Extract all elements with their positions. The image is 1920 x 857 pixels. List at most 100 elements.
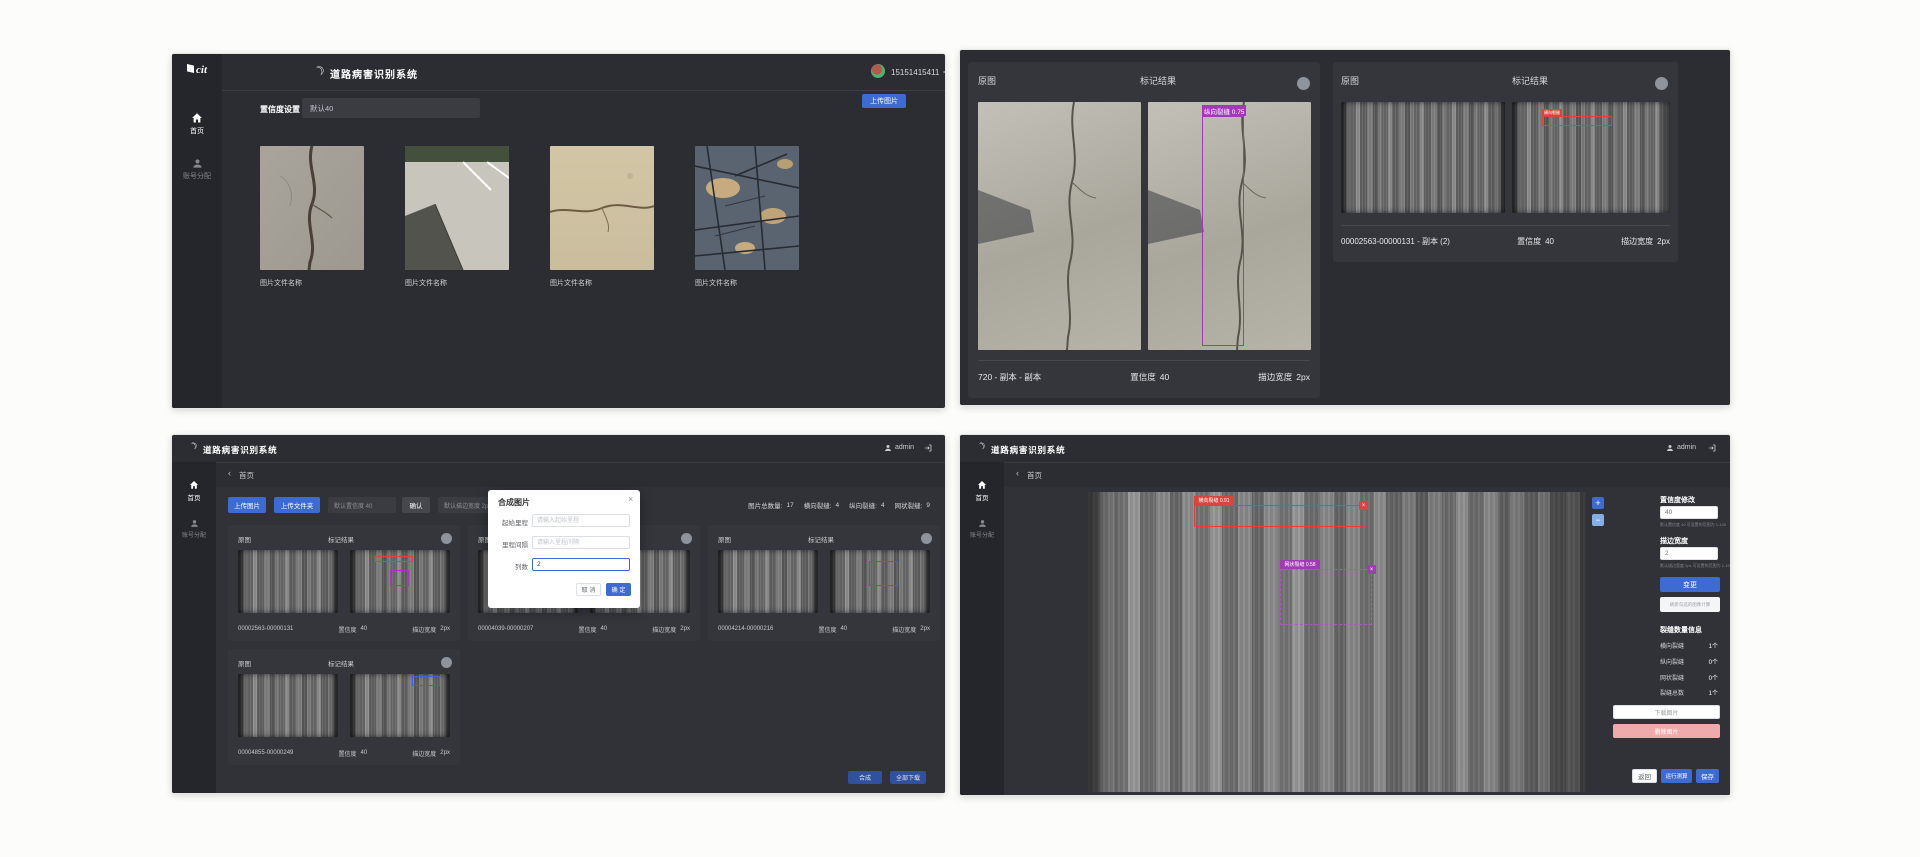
upload-image-button[interactable]: 上传图片 (862, 94, 906, 108)
card-meta-row: 00002563-00000131 置信度40 描边宽度2px (238, 623, 450, 635)
confirm-button[interactable]: 确认 (402, 497, 430, 513)
select-radio[interactable] (1655, 77, 1668, 90)
delete-bbox-icon[interactable]: × (1359, 501, 1368, 510)
person-icon (978, 519, 987, 528)
road-photo-concrete[interactable] (550, 146, 654, 270)
sidebar-item-account[interactable]: 账号分配 (172, 519, 216, 539)
breadcrumb[interactable]: 首页 (1027, 470, 1042, 481)
photo-graphic (978, 102, 1141, 350)
select-radio[interactable] (1297, 77, 1310, 90)
bbox-transverse-crack[interactable] (375, 556, 413, 562)
image-id: 00004855-00000249 (238, 750, 293, 756)
road-photo-crack[interactable] (260, 146, 364, 270)
original-image[interactable] (238, 674, 338, 737)
count-row-mesh: 网状裂缝0个 (1660, 673, 1718, 682)
recalculate-button[interactable]: 刷新勾选的图像计算 (1660, 597, 1720, 612)
road-photo-patch[interactable] (405, 146, 509, 270)
sidebar-item-account[interactable]: 账号分配 (172, 158, 222, 181)
delete-bbox-icon[interactable]: × (1367, 565, 1376, 574)
modal-ok-button[interactable]: 确 定 (606, 583, 631, 596)
field-label-start-mileage: 起始里程 (492, 517, 528, 527)
mileage-interval-input[interactable] (532, 536, 630, 549)
marked-image[interactable] (830, 550, 930, 613)
marked-image[interactable]: 纵向裂缝 0.75 (1148, 102, 1311, 350)
sidebar-item-home[interactable]: 首页 (172, 112, 222, 136)
home-icon (189, 480, 199, 490)
sidebar-item-home[interactable]: 首页 (172, 480, 216, 502)
apply-change-button[interactable]: 变更 (1660, 577, 1720, 592)
marked-image[interactable] (350, 674, 450, 737)
confidence-input[interactable] (302, 98, 480, 118)
bbox-mesh-crack[interactable] (869, 561, 898, 586)
photo-caption: 图片文件名称 (260, 278, 302, 288)
list-card: 原图 标记结果 00004214-00000216 置信度40 描边宽度2px (708, 525, 940, 641)
bbox-mesh-crack[interactable] (390, 570, 409, 586)
confidence-label: 置信度 (1130, 371, 1156, 383)
stats-row: 图片总数量:17 横向裂缝:4 纵向裂缝:4 网状裂缝:9 (672, 500, 930, 510)
upload-image-button[interactable]: 上传图片 (228, 497, 266, 513)
logout-glyph (942, 67, 945, 77)
brand-icon: ☽ (188, 441, 200, 454)
default-confidence-input[interactable]: 默认置信度 40 (328, 497, 396, 513)
upload-folder-button[interactable]: 上传文件夹 (274, 497, 320, 513)
bbox-mesh-crack[interactable] (1280, 569, 1372, 625)
zoom-out-button[interactable]: − (1592, 514, 1604, 526)
original-image[interactable] (238, 550, 338, 613)
avatar[interactable] (871, 64, 885, 78)
stroke-value: 2px (1657, 237, 1670, 246)
back-button[interactable]: 返回 (1632, 769, 1657, 783)
breadcrumb[interactable]: 首页 (239, 470, 254, 481)
logout-icon[interactable] (924, 444, 932, 452)
select-radio[interactable] (681, 533, 692, 544)
original-image[interactable] (718, 550, 818, 613)
start-mileage-input[interactable] (532, 514, 630, 527)
logout-icon[interactable] (942, 67, 945, 77)
close-icon[interactable]: × (628, 494, 633, 504)
user-name: admin (1677, 444, 1696, 451)
original-label: 原图 (238, 534, 251, 544)
bbox-longitudinal-crack[interactable] (1202, 116, 1244, 346)
photo-caption: 图片文件名称 (695, 278, 737, 288)
sidebar-item-home[interactable]: 首页 (960, 480, 1004, 502)
original-label: 原图 (718, 534, 731, 544)
sidebar-item-label: 账号分配 (970, 530, 994, 539)
confidence-input[interactable] (1660, 506, 1718, 519)
download-all-button[interactable]: 全部下载 (890, 771, 926, 784)
original-image[interactable] (1341, 102, 1505, 213)
stroke-label: 描边宽度 (1621, 236, 1653, 247)
sidebar-item-account[interactable]: 账号分配 (960, 519, 1004, 539)
stroke-value: 2px (1296, 372, 1310, 382)
download-image-button[interactable]: 下载图片 (1613, 705, 1720, 719)
original-image[interactable] (978, 102, 1141, 350)
modal-cancel-button[interactable]: 取 消 (576, 583, 601, 596)
list-card: 原图 标记结果 00002563-00000131 置信度40 描边宽度2px (228, 525, 460, 641)
stroke-input[interactable] (1660, 547, 1718, 560)
person-icon (190, 519, 199, 528)
select-radio[interactable] (441, 657, 452, 668)
select-radio[interactable] (921, 533, 932, 544)
original-label: 原图 (238, 658, 251, 668)
bbox-crack[interactable] (412, 676, 440, 686)
bbox-transverse-crack[interactable] (1194, 505, 1366, 527)
select-radio[interactable] (441, 533, 452, 544)
marked-image[interactable] (350, 550, 450, 613)
run-calculation-button[interactable]: 运行测算 (1661, 769, 1692, 783)
save-button[interactable]: 保存 (1696, 769, 1719, 783)
road-photo-alligator[interactable] (695, 146, 799, 270)
home-icon (977, 480, 987, 490)
bbox-transverse-crack[interactable] (1542, 116, 1612, 126)
photo-graphic (550, 146, 654, 270)
back-icon[interactable]: ‹ (1016, 468, 1019, 478)
header-bar: ☽ 道路病害识别系统 admin (960, 435, 1730, 463)
compose-button[interactable]: 合成 (848, 771, 882, 784)
zoom-in-button[interactable]: + (1592, 497, 1604, 509)
marked-image[interactable]: 横向裂缝 (1512, 102, 1670, 213)
back-icon[interactable]: ‹ (228, 468, 231, 478)
columns-input[interactable] (532, 558, 630, 571)
card-meta-row: 720 - 副本 - 副本 置信度40 描边宽度2px (978, 366, 1310, 388)
photo-graphic (260, 146, 364, 270)
delete-image-button[interactable]: 删除图片 (1613, 724, 1720, 738)
logout-icon[interactable] (1708, 444, 1716, 452)
annotation-canvas-image[interactable]: 横向裂缝 0.91 × 网状裂缝 0.58 × (1088, 492, 1586, 792)
field-label-mileage-interval: 里程间隔 (492, 539, 528, 549)
